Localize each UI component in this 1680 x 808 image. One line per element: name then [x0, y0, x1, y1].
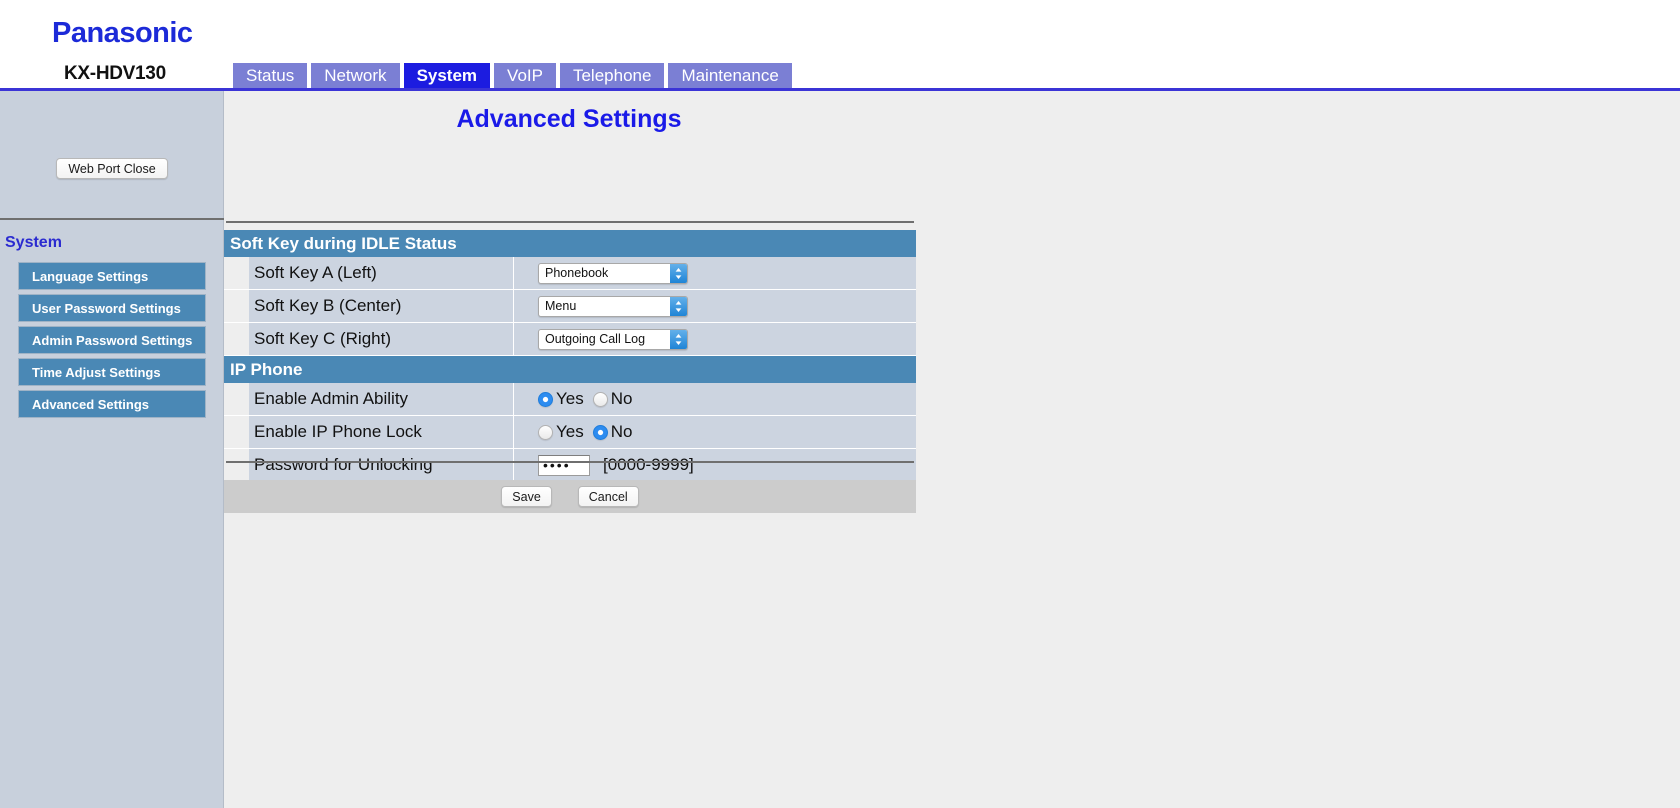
- radio-group-enable-admin-ability: Yes No: [538, 389, 641, 409]
- settings-row: Enable Admin Ability Yes No: [224, 383, 916, 416]
- sidebar-item-admin-password-settings[interactable]: Admin Password Settings: [18, 326, 206, 354]
- chevron-updown-icon: [670, 329, 687, 349]
- main-content: Advanced Settings Soft Key during IDLE S…: [224, 91, 1680, 808]
- tab-network[interactable]: Network: [311, 63, 400, 88]
- brand-header: Panasonic KX-HDV130 Status Network System V…: [0, 0, 1680, 91]
- row-value: Yes No: [514, 416, 916, 448]
- panasonic-logo: Panasonic: [52, 17, 193, 49]
- radio-selected-icon: [592, 424, 608, 440]
- sidebar-item-time-adjust-settings[interactable]: Time Adjust Settings: [18, 358, 206, 386]
- sidebar-item-label: Time Adjust Settings: [32, 364, 161, 380]
- radio-option-label: No: [610, 389, 633, 408]
- row-indent: [224, 290, 249, 322]
- sidebar-heading: System: [5, 234, 62, 251]
- row-label: Enable IP Phone Lock: [249, 416, 514, 448]
- sidebar-item-language-settings[interactable]: Language Settings: [18, 262, 206, 290]
- row-label: Soft Key A (Left): [249, 257, 514, 289]
- sidebar-item-label: Advanced Settings: [32, 396, 150, 412]
- radio-option-no[interactable]: No: [592, 422, 633, 442]
- radio-option-no[interactable]: No: [592, 389, 633, 409]
- form-button-bar: Save Cancel: [224, 480, 916, 513]
- settings-row: Password for Unlocking •••• [0000-9999]: [224, 449, 916, 482]
- settings-row: Enable IP Phone Lock Yes No: [224, 416, 916, 449]
- radio-unselected-icon: [538, 424, 553, 440]
- main-tab-bar: Status Network System VoIP Telephone Maintena…: [233, 63, 796, 88]
- chevron-updown-icon: [670, 296, 687, 316]
- select-value: Outgoing Call Log: [545, 332, 646, 346]
- radio-option-label: No: [610, 422, 633, 441]
- row-label: Soft Key C (Right): [249, 323, 514, 355]
- select-soft-key-a-left[interactable]: Phonebook: [538, 262, 688, 284]
- web-port-close-button[interactable]: Web Port Close: [56, 158, 168, 179]
- radio-group-enable-ip-phone-lock: Yes No: [538, 422, 641, 442]
- row-value: Yes No: [514, 383, 916, 415]
- row-label: Soft Key B (Center): [249, 290, 514, 322]
- tab-telephone[interactable]: Telephone: [559, 63, 665, 88]
- radio-selected-icon: [538, 391, 553, 407]
- password-unlock-input[interactable]: ••••: [538, 454, 590, 476]
- sidebar-item-label: User Password Settings: [32, 300, 181, 316]
- sidebar-item-label: Admin Password Settings: [32, 332, 193, 348]
- settings-row: Soft Key B (Center) Menu: [224, 290, 916, 323]
- settings-row: Soft Key A (Left) Phonebook: [224, 257, 916, 290]
- select-soft-key-c-right[interactable]: Outgoing Call Log: [538, 328, 688, 350]
- row-label: Password for Unlocking: [249, 449, 514, 481]
- row-indent: [224, 416, 249, 448]
- model-name: KX-HDV130: [64, 63, 166, 84]
- save-button[interactable]: Save: [501, 486, 552, 507]
- sidebar-divider: [0, 218, 224, 220]
- chevron-updown-icon: [670, 263, 687, 283]
- select-soft-key-b-center[interactable]: Menu: [538, 295, 688, 317]
- settings-row: Soft Key C (Right) Outgoing Call Log: [224, 323, 916, 356]
- tab-status[interactable]: Status: [233, 63, 308, 88]
- cancel-button[interactable]: Cancel: [577, 486, 639, 507]
- row-indent: [224, 323, 249, 355]
- radio-unselected-icon: [592, 391, 608, 407]
- row-indent: [224, 257, 249, 289]
- sidebar: Web Port Close System Language Settings U…: [0, 91, 224, 808]
- sidebar-menu: Language Settings User Password Settings A…: [18, 262, 206, 422]
- section-header-ip-phone: IP Phone: [224, 356, 916, 383]
- sidebar-item-label: Language Settings: [32, 268, 149, 284]
- select-value: Menu: [545, 299, 577, 313]
- row-label: Enable Admin Ability: [249, 383, 514, 415]
- tab-voip[interactable]: VoIP: [494, 63, 556, 88]
- section-header-soft-key-during-idle-status: Soft Key during IDLE Status: [224, 230, 916, 257]
- password-range-hint: [0000-9999]: [603, 455, 694, 474]
- radio-option-label: Yes: [556, 422, 584, 441]
- row-value: Menu: [514, 290, 916, 322]
- row-value: Outgoing Call Log: [514, 323, 916, 355]
- page-title: Advanced Settings: [456, 105, 682, 133]
- radio-option-yes[interactable]: Yes: [538, 389, 584, 409]
- settings-table: Soft Key during IDLE Status Soft Key A (L…: [224, 230, 916, 482]
- radio-option-label: Yes: [556, 389, 584, 408]
- row-indent: [224, 449, 249, 481]
- tab-system[interactable]: System: [403, 63, 491, 88]
- sidebar-item-user-password-settings[interactable]: User Password Settings: [18, 294, 206, 322]
- tab-maintenance[interactable]: Maintenance: [668, 63, 792, 88]
- select-value: Phonebook: [545, 266, 609, 280]
- radio-option-yes[interactable]: Yes: [538, 422, 584, 442]
- title-divider: [226, 221, 914, 223]
- sidebar-item-advanced-settings[interactable]: Advanced Settings: [18, 390, 206, 418]
- row-indent: [224, 383, 249, 415]
- row-value: Phonebook: [514, 257, 916, 289]
- row-value: •••• [0000-9999]: [514, 449, 916, 481]
- footer-divider: [226, 461, 914, 463]
